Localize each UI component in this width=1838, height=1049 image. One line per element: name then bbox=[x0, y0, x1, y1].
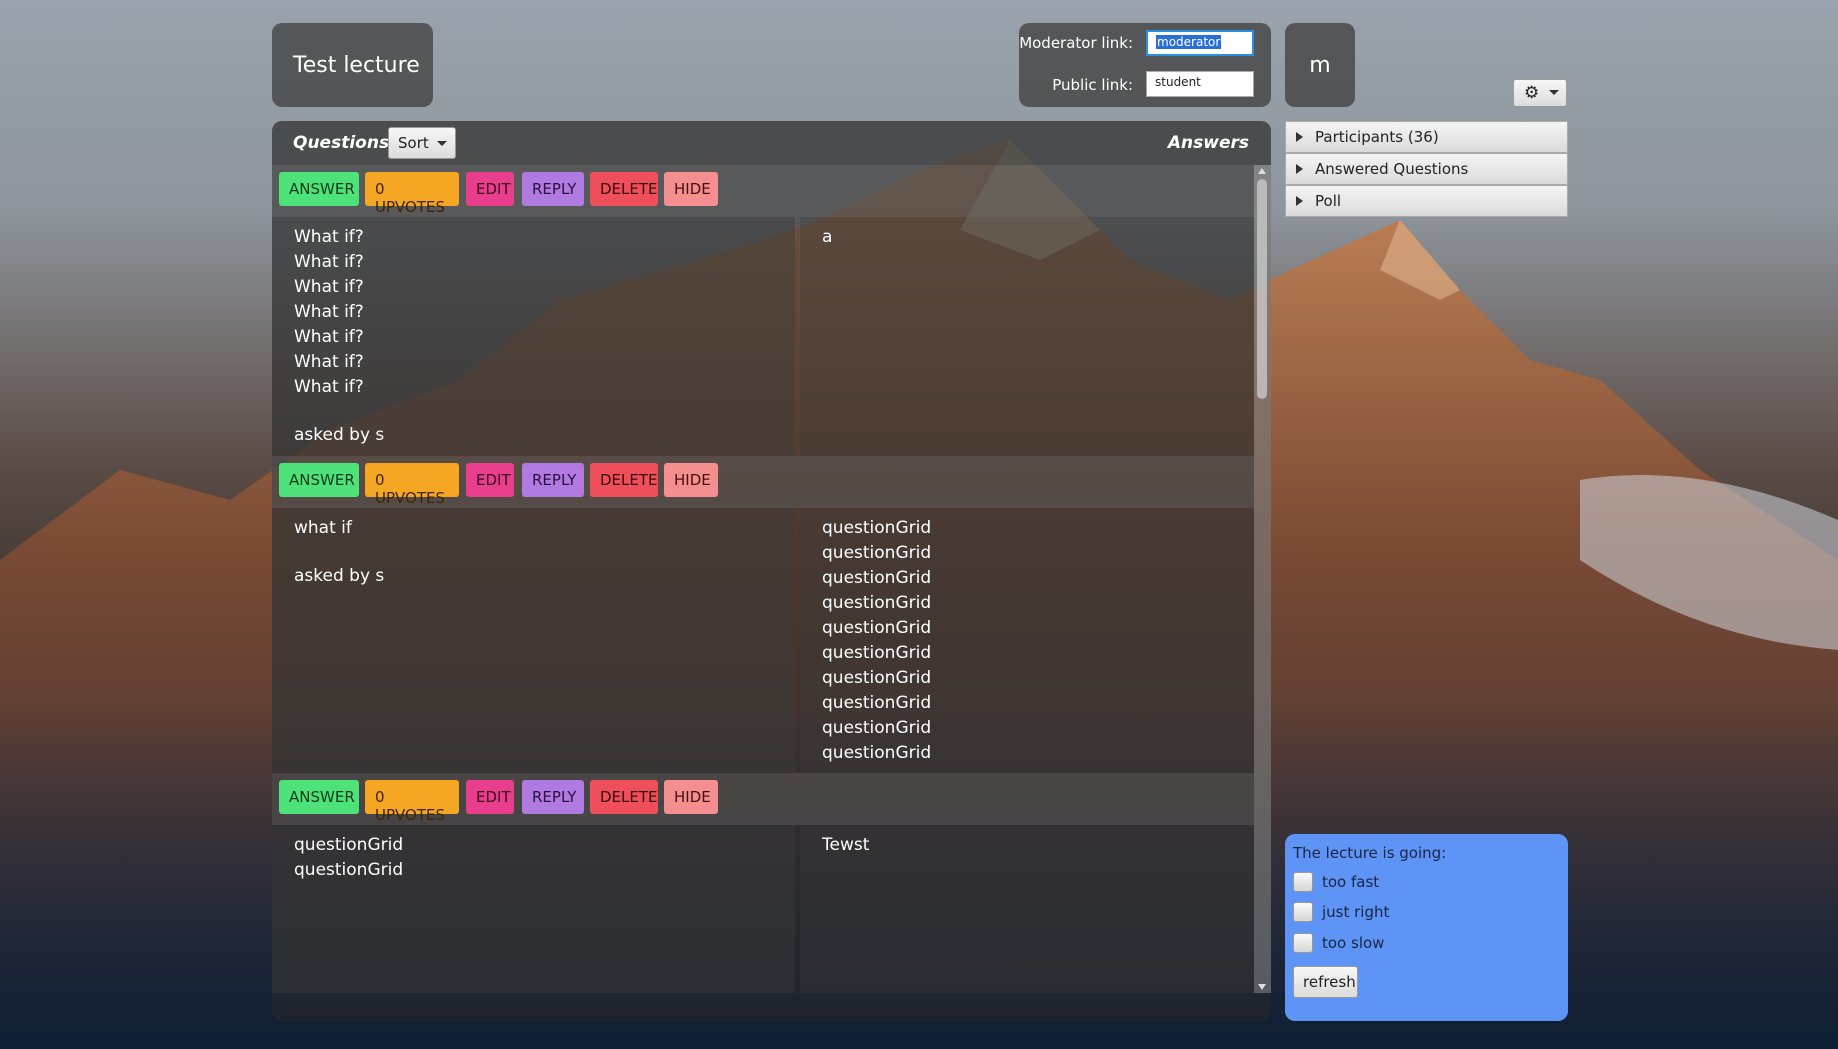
user-avatar[interactable]: m bbox=[1285, 23, 1355, 107]
scroll-down-icon[interactable] bbox=[1258, 984, 1266, 990]
scroll-thumb[interactable] bbox=[1257, 179, 1267, 399]
reply-button[interactable]: REPLY bbox=[522, 172, 584, 206]
sort-dropdown[interactable]: Sort bbox=[388, 127, 456, 159]
public-link-field[interactable]: student bbox=[1146, 71, 1254, 97]
sidebar-item-poll[interactable]: Poll bbox=[1285, 185, 1568, 217]
lecture-pace-panel: The lecture is going: too fast just righ… bbox=[1285, 834, 1568, 1021]
asked-by: asked by s bbox=[294, 566, 385, 586]
reply-button[interactable]: REPLY bbox=[522, 780, 584, 814]
upvote-button[interactable]: 0 UPVOTES bbox=[365, 463, 459, 507]
answer-button[interactable]: ANSWER bbox=[279, 780, 359, 814]
delete-button[interactable]: DELETE bbox=[590, 172, 658, 206]
answer-cell: a bbox=[800, 217, 1254, 455]
delete-button[interactable]: DELETE bbox=[590, 463, 658, 497]
question-line: questionGrid bbox=[294, 860, 404, 880]
questions-header: Questions Sort Answers bbox=[272, 121, 1271, 165]
sidebar-item-answered-questions[interactable]: Answered Questions bbox=[1285, 153, 1568, 185]
moderator-link-value: moderator bbox=[1156, 35, 1222, 49]
sort-label: Sort bbox=[398, 134, 429, 152]
answer-button[interactable]: ANSWER bbox=[279, 172, 359, 206]
questions-scrollbar[interactable] bbox=[1254, 165, 1271, 993]
reply-button[interactable]: REPLY bbox=[522, 463, 584, 497]
upvote-button[interactable]: 0 UPVOTES bbox=[365, 780, 459, 824]
question-actions: ANSWER 0 UPVOTES EDIT REPLY DELETE HIDE bbox=[272, 773, 1254, 825]
checkbox[interactable] bbox=[1293, 872, 1313, 892]
sidebar-item-participants[interactable]: Participants (36) bbox=[1285, 121, 1568, 153]
upvote-button[interactable]: 0 UPVOTES bbox=[365, 172, 459, 216]
expand-arrow-icon bbox=[1296, 132, 1303, 142]
answer-line: questionGrid bbox=[822, 618, 932, 638]
sidebar-item-label: Poll bbox=[1315, 192, 1342, 210]
answer-line: questionGrid bbox=[822, 643, 932, 663]
question-line: What if? bbox=[294, 277, 364, 297]
question-line: What if? bbox=[294, 352, 364, 372]
edit-button[interactable]: EDIT bbox=[466, 463, 514, 497]
checkbox[interactable] bbox=[1293, 933, 1313, 953]
question-line: What if? bbox=[294, 302, 364, 322]
settings-dropdown-button[interactable]: ⚙ bbox=[1513, 79, 1567, 107]
question-actions: ANSWER 0 UPVOTES EDIT REPLY DELETE HIDE bbox=[272, 165, 1254, 217]
question-actions: ANSWER 0 UPVOTES EDIT REPLY DELETE HIDE bbox=[272, 456, 1254, 508]
answer-button[interactable]: ANSWER bbox=[279, 463, 359, 497]
answer-line: questionGrid bbox=[822, 518, 932, 538]
answer-cell: questionGrid questionGrid questionGrid q… bbox=[800, 508, 1254, 772]
answer-line: questionGrid bbox=[822, 543, 932, 563]
question-line: what if bbox=[294, 518, 352, 538]
pace-title: The lecture is going: bbox=[1293, 844, 1447, 862]
answer-line: questionGrid bbox=[822, 593, 932, 613]
checkbox[interactable] bbox=[1293, 902, 1313, 922]
questions-list[interactable]: ANSWER 0 UPVOTES EDIT REPLY DELETE HIDE … bbox=[272, 165, 1254, 993]
asked-by: asked by s bbox=[294, 425, 385, 445]
answer-line: questionGrid bbox=[822, 568, 932, 588]
public-link-label: Public link: bbox=[1052, 76, 1133, 94]
questions-panel: Questions Sort Answers ANSWER 0 UPVOTES … bbox=[272, 121, 1271, 1021]
sidebar-accordion: Participants (36) Answered Questions Pol… bbox=[1285, 121, 1568, 217]
question-line: What if? bbox=[294, 327, 364, 347]
question-text-cell: what if asked by s bbox=[272, 508, 795, 772]
answer-cell: Tewst bbox=[800, 825, 1254, 993]
lecture-title: Test lecture bbox=[293, 53, 420, 78]
question-lines: What if? What if? What if? What if? What… bbox=[294, 225, 364, 400]
question-line: questionGrid bbox=[294, 835, 404, 855]
answer-line: questionGrid bbox=[822, 743, 932, 763]
user-initial: m bbox=[1309, 53, 1331, 78]
answer-line: a bbox=[822, 227, 833, 247]
sidebar-item-label: Participants (36) bbox=[1315, 128, 1439, 146]
pace-option-label: just right bbox=[1322, 903, 1390, 921]
chevron-down-icon bbox=[437, 141, 447, 146]
answer-line: questionGrid bbox=[822, 693, 932, 713]
sidebar-item-label: Answered Questions bbox=[1315, 160, 1469, 178]
hide-button[interactable]: HIDE bbox=[664, 463, 718, 497]
question-line: What if? bbox=[294, 377, 364, 397]
delete-button[interactable]: DELETE bbox=[590, 780, 658, 814]
answers-heading: Answers bbox=[1167, 133, 1249, 153]
questions-heading: Questions bbox=[293, 133, 390, 153]
chevron-down-icon bbox=[1549, 90, 1559, 95]
expand-arrow-icon bbox=[1296, 164, 1303, 174]
edit-button[interactable]: EDIT bbox=[466, 780, 514, 814]
question-text-cell: questionGrid questionGrid bbox=[272, 825, 795, 993]
answer-line: Tewst bbox=[822, 835, 870, 855]
edit-button[interactable]: EDIT bbox=[466, 172, 514, 206]
pace-option-label: too fast bbox=[1322, 873, 1380, 891]
links-panel: Moderator link: moderator Public link: s… bbox=[1019, 23, 1271, 107]
moderator-link-label: Moderator link: bbox=[1019, 34, 1133, 52]
moderator-link-field[interactable]: moderator bbox=[1146, 30, 1254, 56]
lecture-title-box: Test lecture bbox=[272, 23, 433, 107]
hide-button[interactable]: HIDE bbox=[664, 780, 718, 814]
expand-arrow-icon bbox=[1296, 196, 1303, 206]
hide-button[interactable]: HIDE bbox=[664, 172, 718, 206]
question-line: What if? bbox=[294, 252, 364, 272]
pace-option-label: too slow bbox=[1322, 934, 1385, 952]
question-text-cell: What if? What if? What if? What if? What… bbox=[272, 217, 795, 455]
answer-line: questionGrid bbox=[822, 718, 932, 738]
answer-line: questionGrid bbox=[822, 668, 932, 688]
scroll-up-icon[interactable] bbox=[1258, 168, 1266, 174]
gear-icon: ⚙ bbox=[1524, 83, 1540, 103]
question-line: What if? bbox=[294, 227, 364, 247]
refresh-button[interactable]: refresh bbox=[1293, 966, 1358, 998]
